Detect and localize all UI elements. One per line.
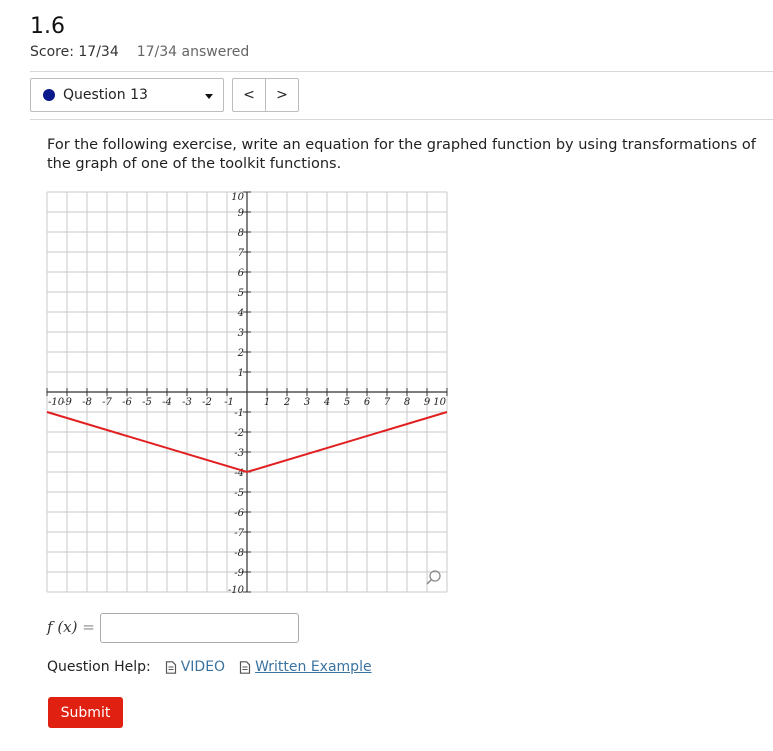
y-tick-label: 1 bbox=[238, 368, 244, 379]
question-help: Question Help: VIDEO Written Example bbox=[47, 659, 372, 675]
question-nav-group: < > bbox=[232, 78, 299, 112]
y-tick-label: -5 bbox=[234, 488, 244, 499]
y-tick-label: -1 bbox=[234, 408, 244, 419]
y-tick-label: 9 bbox=[238, 208, 245, 219]
y-tick-label: -7 bbox=[234, 528, 244, 539]
y-tick-label: 5 bbox=[238, 288, 244, 299]
x-tick-label: -7 bbox=[102, 397, 112, 408]
y-tick-label: -9 bbox=[234, 568, 244, 579]
answer-input[interactable] bbox=[100, 613, 299, 643]
score-line: Score: 17/34 17/34 answered bbox=[30, 44, 249, 60]
x-tick-label: 6 bbox=[364, 397, 371, 408]
x-tick-label: -5 bbox=[142, 397, 152, 408]
y-tick-label: 7 bbox=[238, 248, 245, 259]
y-tick-label: 2 bbox=[237, 348, 244, 359]
question-help-label: Question Help: bbox=[47, 659, 151, 675]
y-tick-label: 3 bbox=[238, 328, 244, 339]
question-prompt: For the following exercise, write an equ… bbox=[47, 137, 756, 172]
y-tick-label: -8 bbox=[234, 548, 244, 559]
video-link[interactable]: VIDEO bbox=[165, 659, 225, 675]
x-tick-label: -3 bbox=[182, 397, 192, 408]
x-tick-label: 9 bbox=[424, 397, 431, 408]
status-dot-icon bbox=[43, 89, 55, 101]
x-tick-label: -4 bbox=[162, 397, 172, 408]
score-text: Score: 17/34 bbox=[30, 44, 119, 60]
y-tick-label: -3 bbox=[234, 448, 244, 459]
y-tick-label: -2 bbox=[234, 428, 244, 439]
x-tick-label: 1 bbox=[264, 397, 270, 408]
prev-question-button[interactable]: < bbox=[233, 79, 265, 111]
x-tick-label: 4 bbox=[323, 397, 330, 408]
video-link-label: VIDEO bbox=[180, 659, 226, 675]
answered-text: 17/34 answered bbox=[136, 44, 250, 60]
fx-equals: = bbox=[82, 618, 95, 636]
question-select[interactable]: Question 13 bbox=[30, 78, 224, 112]
x-tick-label: -2 bbox=[202, 397, 212, 408]
x-tick-label: 3 bbox=[304, 397, 310, 408]
y-tick-label: -10 bbox=[228, 585, 245, 595]
x-tick-label: 2 bbox=[283, 397, 290, 408]
written-example-label: Written Example bbox=[255, 659, 372, 675]
header-divider bbox=[30, 71, 773, 72]
document-icon bbox=[165, 660, 176, 674]
fx-label: f (x) = bbox=[47, 618, 95, 636]
y-tick-label: 10 bbox=[231, 192, 244, 203]
x-tick-label: 10 bbox=[433, 397, 446, 408]
function-graph: -10-9 -8 -7 -6 -5 -4 -3 -2 -1 1 2 3 4 5 6 7 8 9 10-10-9-8-… bbox=[46, 191, 448, 595]
y-tick-label: 8 bbox=[238, 228, 244, 239]
next-question-button[interactable]: > bbox=[265, 79, 298, 111]
question-select-label: Question 13 bbox=[63, 87, 148, 103]
nav-divider bbox=[30, 119, 773, 120]
y-tick-label: -6 bbox=[234, 508, 244, 519]
x-tick-label: 5 bbox=[344, 397, 350, 408]
x-tick-label: 8 bbox=[404, 397, 410, 408]
submit-button[interactable]: Submit bbox=[48, 697, 123, 728]
caret-down-icon bbox=[205, 94, 213, 99]
written-example-link[interactable]: Written Example bbox=[239, 659, 372, 675]
x-tick-label: -9 bbox=[62, 397, 72, 408]
fx-text: f (x) bbox=[47, 618, 78, 636]
x-tick-label: -1 bbox=[224, 397, 234, 408]
x-tick-label: -6 bbox=[122, 397, 132, 408]
page-title: 1.6 bbox=[30, 14, 65, 39]
y-tick-label: 4 bbox=[237, 308, 244, 319]
x-tick-label: 7 bbox=[384, 397, 391, 408]
document-icon bbox=[239, 660, 251, 674]
x-tick-label: -8 bbox=[82, 397, 92, 408]
zoom-magnifier-icon[interactable] bbox=[426, 570, 441, 585]
y-tick-label: 6 bbox=[238, 268, 245, 279]
